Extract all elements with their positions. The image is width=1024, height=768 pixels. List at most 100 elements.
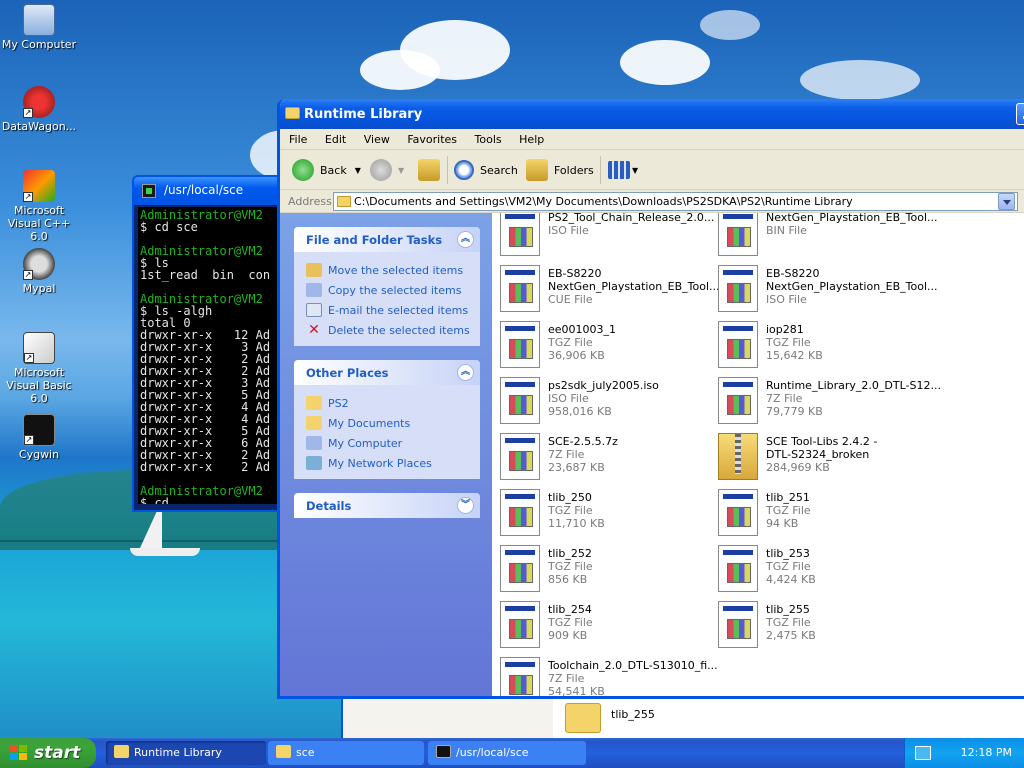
sce-folder-window[interactable]: tlib_255 — [341, 697, 1024, 738]
menu-favorites[interactable]: Favorites — [407, 133, 457, 146]
place-label: My Network Places — [328, 456, 432, 470]
menu-tools[interactable]: Tools — [475, 133, 502, 146]
file-item[interactable]: ps2sdk_july2005.iso ISO File 958,016 KB — [492, 373, 707, 427]
up-folder-button[interactable] — [418, 158, 446, 182]
desktop-icon-mypal[interactable]: ↗ Mypal — [0, 248, 78, 295]
file-item[interactable]: SCE Tool-Libs 2.4.2 - DTL-S2324_broken 284… — [710, 429, 925, 483]
search-label: Search — [480, 163, 518, 177]
desktop-icon-visual-cpp[interactable]: ↗ Microsoft Visual C++ 6.0 — [0, 170, 78, 243]
folders-label: Folders — [554, 163, 594, 177]
task-delete[interactable]: ✕ Delete the selected items — [306, 320, 480, 340]
address-field[interactable]: C:\Documents and Settings\VM2\My Documen… — [333, 192, 1018, 211]
task-label: /usr/local/sce — [456, 746, 529, 759]
expand-icon[interactable]: ︾ — [457, 497, 474, 514]
file-size: 958,016 KB — [548, 405, 612, 418]
file-item[interactable]: EB-S8220 NextGen_Playstation_EB_Tool... IS… — [710, 261, 938, 315]
menu-edit[interactable]: Edit — [325, 133, 346, 146]
place-my-network-places[interactable]: My Network Places — [306, 453, 480, 473]
file-name: SCE Tool-Libs 2.4.2 - — [766, 435, 878, 448]
file-item[interactable]: tlib_255 TGZ File 2,475 KB — [710, 597, 925, 651]
file-item[interactable]: Toolchain_2.0_DTL-S13010_fi... 7Z File 54,… — [492, 653, 718, 696]
back-button[interactable]: Back ▼ — [292, 158, 361, 182]
explorer-titlebar[interactable]: Runtime Library — [280, 99, 1024, 129]
clock[interactable]: 12:18 PM — [961, 746, 1012, 759]
file-type: 7Z File — [548, 672, 585, 685]
file-item[interactable]: tlib_252 TGZ File 856 KB — [492, 541, 707, 595]
forward-button[interactable]: ▼ — [370, 158, 404, 182]
file-item[interactable]: ee001003_1 TGZ File 36,906 KB — [492, 317, 707, 371]
file-item[interactable]: tlib_251 TGZ File 94 KB — [710, 485, 925, 539]
delete-x-icon: ✕ — [308, 322, 320, 338]
panel-title: File and Folder Tasks — [306, 233, 443, 247]
file-icon — [500, 265, 540, 312]
file-name: EB-S8220 — [766, 267, 820, 280]
file-type: TGZ File — [766, 504, 811, 517]
place-my-computer[interactable]: My Computer — [306, 433, 480, 453]
panel-header[interactable]: File and Folder Tasks ︽ — [294, 227, 480, 252]
collapse-icon[interactable]: ︽ — [457, 364, 474, 381]
task-label: Runtime Library — [134, 746, 222, 759]
file-icon — [500, 657, 540, 696]
folder-icon — [276, 745, 291, 758]
file-icon — [500, 377, 540, 424]
desktop-icon-datawagon[interactable]: ↗ DataWagon... — [0, 86, 78, 133]
menu-file[interactable]: File — [289, 133, 307, 146]
file-type: 7Z File — [766, 392, 803, 405]
panel-header[interactable]: Details ︾ — [294, 493, 480, 518]
file-item[interactable]: Runtime_Library_2.0_DTL-S12... 7Z File 79,… — [710, 373, 941, 427]
network-tray-icon[interactable] — [915, 746, 931, 760]
email-icon — [306, 303, 322, 317]
file-name: tlib_255 — [766, 603, 810, 616]
file-icon — [718, 545, 758, 592]
file-list[interactable]: PS2_Tool_Chain_Release_2.0... ISO File Nex… — [492, 213, 1024, 696]
back-arrow-icon — [292, 159, 314, 181]
folders-button[interactable]: Folders — [526, 158, 594, 182]
task-label: Move the selected items — [328, 263, 464, 277]
place-ps2[interactable]: PS2 — [306, 393, 480, 413]
file-item[interactable]: tlib_253 TGZ File 4,424 KB — [710, 541, 925, 595]
task-email[interactable]: E-mail the selected items — [306, 300, 480, 320]
file-item[interactable]: PS2_Tool_Chain_Release_2.0... ISO File — [492, 213, 714, 259]
taskbar: start Runtime Library sce /usr/local/sce… — [0, 738, 1024, 768]
place-my-documents[interactable]: My Documents — [306, 413, 480, 433]
file-item[interactable]: NextGen_Playstation_EB_Tool... BIN File — [710, 213, 938, 259]
file-type: TGZ File — [766, 616, 811, 629]
start-button[interactable]: start — [0, 738, 96, 768]
menu-view[interactable]: View — [364, 133, 390, 146]
address-label: Address — [288, 195, 332, 208]
task-terminal[interactable]: /usr/local/sce — [428, 741, 586, 765]
collapse-icon[interactable]: ︽ — [457, 231, 474, 248]
task-sce[interactable]: sce — [268, 741, 424, 765]
file-type: TGZ File — [548, 616, 593, 629]
file-type: TGZ File — [766, 336, 811, 349]
terminal-titlebar[interactable]: /usr/local/sce — [134, 177, 280, 205]
file-item[interactable]: tlib_254 TGZ File 909 KB — [492, 597, 707, 651]
search-button[interactable]: Search — [454, 158, 518, 182]
file-item[interactable]: tlib_250 TGZ File 11,710 KB — [492, 485, 707, 539]
task-pane: File and Folder Tasks ︽ Move the selecte… — [280, 213, 492, 696]
file-type: ISO File — [766, 293, 807, 306]
file-size: 856 KB — [548, 573, 588, 586]
task-runtime-library[interactable]: Runtime Library — [106, 741, 266, 765]
minimize-button[interactable] — [1016, 103, 1024, 125]
menu-help[interactable]: Help — [519, 133, 544, 146]
views-button[interactable]: ▼ — [608, 158, 638, 182]
file-item[interactable]: SCE-2.5.5.7z 7Z File 23,687 KB — [492, 429, 707, 483]
place-label: PS2 — [328, 396, 349, 410]
folder-item-label[interactable]: tlib_255 — [611, 708, 655, 721]
terminal-window[interactable]: /usr/local/sce Administrator@VM2 $ cd sce… — [132, 175, 282, 512]
file-item[interactable]: iop281 TGZ File 15,642 KB — [710, 317, 925, 371]
desktop-icon-cygwin[interactable]: ↗ Cygwin — [0, 414, 78, 461]
details-panel: Details ︾ — [294, 493, 480, 518]
terminal-screen[interactable]: Administrator@VM2 $ cd sce Administrator@V… — [138, 207, 280, 504]
task-move[interactable]: Move the selected items — [306, 260, 480, 280]
address-dropdown-button[interactable] — [998, 193, 1015, 210]
documents-folder-icon — [306, 416, 322, 430]
desktop-icon-my-computer[interactable]: My Computer — [0, 4, 78, 51]
panel-header[interactable]: Other Places ︽ — [294, 360, 480, 385]
explorer-window[interactable]: Runtime Library File Edit View Favorites… — [277, 99, 1024, 699]
task-copy[interactable]: Copy the selected items — [306, 280, 480, 300]
file-name: PS2_Tool_Chain_Release_2.0... — [548, 213, 715, 224]
desktop-icon-visual-basic[interactable]: ↗ Microsoft Visual Basic 6.0 — [0, 332, 78, 405]
file-item[interactable]: EB-S8220 NextGen_Playstation_EB_Tool... CU… — [492, 261, 720, 315]
